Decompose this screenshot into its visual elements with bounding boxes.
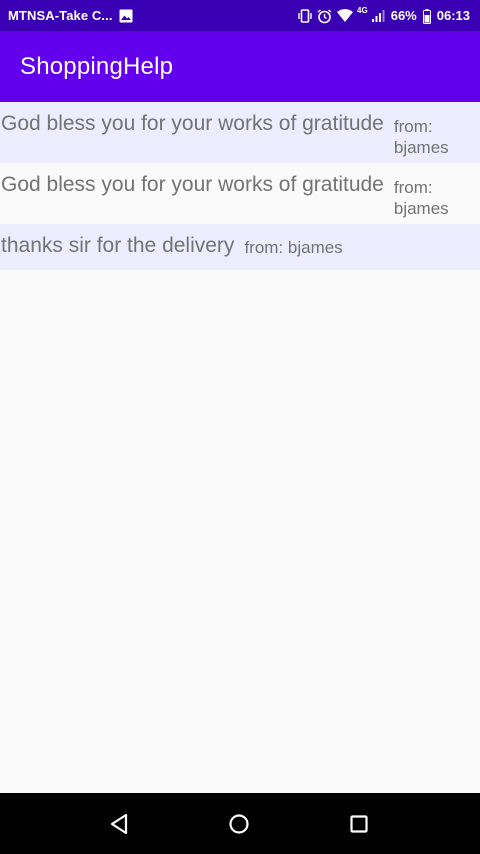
screen: MTNSA-Take C... 4G 66% 06:13 ShoppingHel… bbox=[0, 0, 480, 854]
back-icon[interactable] bbox=[107, 811, 133, 837]
battery-percent: 66% bbox=[390, 8, 417, 23]
recents-icon[interactable] bbox=[346, 811, 372, 837]
image-icon bbox=[119, 9, 133, 23]
battery-icon bbox=[422, 8, 431, 24]
list-item[interactable]: God bless you for your works of gratitud… bbox=[0, 163, 480, 224]
message-text: God bless you for your works of gratitud… bbox=[1, 173, 384, 196]
alarm-icon bbox=[317, 8, 332, 23]
carrier-name: MTNSA-Take C... bbox=[8, 8, 113, 23]
message-list[interactable]: God bless you for your works of gratitud… bbox=[0, 102, 480, 270]
status-right: 4G 66% 06:13 bbox=[297, 6, 470, 24]
status-left: MTNSA-Take C... bbox=[8, 8, 133, 23]
signal-icon bbox=[371, 9, 385, 23]
app-bar: ShoppingHelp bbox=[0, 31, 480, 102]
message-sender: from: bjames bbox=[393, 178, 449, 218]
message-text: thanks sir for the delivery bbox=[1, 234, 235, 257]
home-icon[interactable] bbox=[226, 811, 252, 837]
navigation-bar bbox=[0, 793, 480, 854]
vibrate-icon bbox=[297, 8, 312, 23]
clock: 06:13 bbox=[436, 8, 470, 23]
message-sender: from: bjames bbox=[244, 238, 343, 257]
message-sender: from: bjames bbox=[393, 117, 449, 157]
network-type: 4G bbox=[357, 6, 368, 15]
wifi-icon bbox=[337, 8, 354, 23]
list-item[interactable]: thanks sir for the delivery from: bjames bbox=[0, 224, 480, 270]
app-title: ShoppingHelp bbox=[20, 52, 174, 80]
list-item[interactable]: God bless you for your works of gratitud… bbox=[0, 102, 480, 163]
message-text: God bless you for your works of gratitud… bbox=[1, 112, 384, 135]
status-bar: MTNSA-Take C... 4G 66% 06:13 bbox=[0, 0, 480, 31]
